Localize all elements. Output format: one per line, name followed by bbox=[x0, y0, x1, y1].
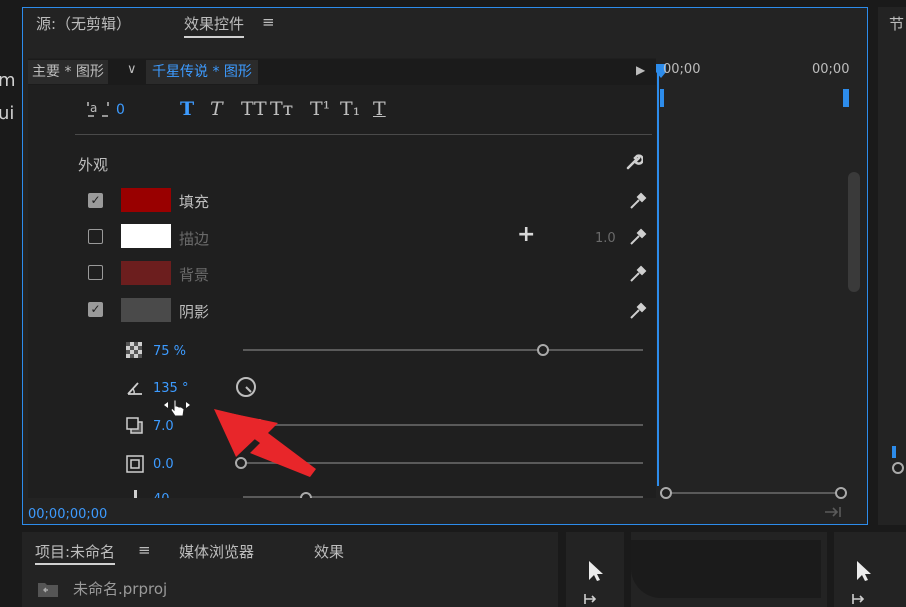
add-stroke-button[interactable]: + bbox=[517, 222, 535, 247]
clip-name-label[interactable]: 千星传说 * 图形 bbox=[146, 60, 258, 84]
chevron-down-icon[interactable]: ∨ bbox=[127, 62, 137, 77]
timeline-zoom-track[interactable] bbox=[666, 492, 841, 494]
timeline-end-time: 00;00 bbox=[812, 62, 850, 77]
shadow-blur-value[interactable]: 40 bbox=[153, 492, 170, 498]
background-checkbox[interactable] bbox=[88, 265, 103, 280]
stroke-color-swatch[interactable] bbox=[121, 224, 171, 248]
fill-label: 填充 bbox=[179, 193, 210, 211]
eyedropper-icon[interactable] bbox=[629, 192, 647, 210]
eyedropper-icon[interactable] bbox=[629, 265, 647, 283]
allcaps-button[interactable]: TT bbox=[241, 98, 267, 120]
tab-source[interactable]: 源:（无剪辑） bbox=[36, 13, 131, 34]
angle-dial[interactable] bbox=[234, 375, 258, 399]
selection-tool-icon[interactable] bbox=[856, 560, 872, 582]
hand-cursor-icon bbox=[164, 399, 190, 417]
tab-effect-controls[interactable]: 效果控件 bbox=[184, 13, 245, 38]
current-timecode[interactable]: 00;00;00;00 bbox=[28, 507, 107, 522]
play-icon[interactable]: ▶ bbox=[636, 63, 645, 77]
tracking-value[interactable]: 0 bbox=[116, 102, 125, 118]
eyedropper-icon[interactable] bbox=[629, 228, 647, 246]
stroke-width-value[interactable]: 1.0 bbox=[595, 231, 616, 246]
shadow-color-swatch[interactable] bbox=[121, 298, 171, 322]
eyedropper-icon[interactable] bbox=[629, 302, 647, 320]
shadow-checkbox[interactable]: ✓ bbox=[88, 302, 103, 317]
svg-text:a: a bbox=[90, 101, 97, 115]
angle-icon bbox=[127, 382, 142, 395]
bin-icon bbox=[38, 583, 58, 597]
far-right-marker bbox=[892, 446, 896, 458]
opacity-checker-icon bbox=[126, 342, 142, 358]
tab-effects[interactable]: 效果 bbox=[314, 541, 344, 562]
wrench-icon[interactable] bbox=[625, 153, 643, 171]
clip-header-bar bbox=[28, 59, 656, 85]
zoom-handle-left[interactable] bbox=[660, 487, 672, 499]
shadow-label: 阴影 bbox=[179, 303, 210, 321]
left-edge-letter-ui: ui bbox=[0, 103, 15, 124]
playhead-line[interactable] bbox=[657, 66, 659, 486]
track-select-tool-icon[interactable] bbox=[583, 592, 607, 607]
appearance-section-label: 外观 bbox=[78, 156, 109, 174]
clip-end-marker bbox=[843, 89, 849, 107]
stroke-checkbox[interactable] bbox=[88, 229, 103, 244]
vertical-scrollbar[interactable] bbox=[848, 172, 860, 292]
size-icon bbox=[126, 455, 144, 473]
subscript-button[interactable]: T₁ bbox=[340, 98, 360, 120]
project-file-name[interactable]: 未命名.prproj bbox=[73, 578, 167, 599]
far-right-knob[interactable] bbox=[892, 462, 904, 474]
clip-start-marker bbox=[660, 89, 664, 107]
zoom-handle-right[interactable] bbox=[835, 487, 847, 499]
bold-button[interactable]: T bbox=[180, 98, 194, 120]
timeline-start-time: 00;00 bbox=[663, 62, 701, 77]
blur-slider-knob[interactable] bbox=[300, 492, 312, 498]
shadow-distance-value[interactable]: 7.0 bbox=[153, 419, 174, 434]
tab-project[interactable]: 项目:未命名 bbox=[35, 541, 116, 565]
timeline-area bbox=[657, 58, 862, 498]
tab-media-browser[interactable]: 媒体浏览器 bbox=[179, 541, 254, 562]
stroke-label: 描边 bbox=[179, 230, 210, 248]
annotation-arrow bbox=[214, 409, 316, 477]
superscript-button[interactable]: T¹ bbox=[310, 98, 330, 120]
fill-color-swatch[interactable] bbox=[121, 188, 171, 212]
project-menu-icon[interactable]: ≡ bbox=[138, 541, 151, 559]
underline-button[interactable]: T bbox=[373, 98, 386, 120]
tracking-icon: a bbox=[87, 101, 109, 117]
opacity-slider-knob[interactable] bbox=[537, 344, 549, 356]
smallcaps-button[interactable]: Tт bbox=[270, 98, 293, 120]
fill-checkbox[interactable]: ✓ bbox=[88, 193, 103, 208]
return-icon[interactable] bbox=[823, 506, 843, 518]
shadow-opacity-value[interactable]: 75 % bbox=[153, 344, 186, 359]
selection-tool-icon[interactable] bbox=[588, 560, 604, 582]
italic-button[interactable]: T bbox=[210, 98, 223, 120]
program-dark-region bbox=[631, 540, 821, 598]
background-label: 背景 bbox=[179, 266, 210, 284]
distance-icon bbox=[126, 417, 143, 434]
shadow-size-value[interactable]: 0.0 bbox=[153, 457, 174, 472]
master-clip-label[interactable]: 主要 * 图形 bbox=[28, 60, 108, 84]
background-color-swatch[interactable] bbox=[121, 261, 171, 285]
opacity-slider-track[interactable] bbox=[243, 349, 643, 351]
panel-menu-icon[interactable]: ≡ bbox=[262, 13, 275, 31]
track-select-tool-icon[interactable] bbox=[851, 592, 875, 607]
divider bbox=[75, 134, 652, 135]
tab-partial-right[interactable]: 节 bbox=[889, 13, 904, 34]
left-edge-letter-m: m bbox=[0, 70, 16, 91]
